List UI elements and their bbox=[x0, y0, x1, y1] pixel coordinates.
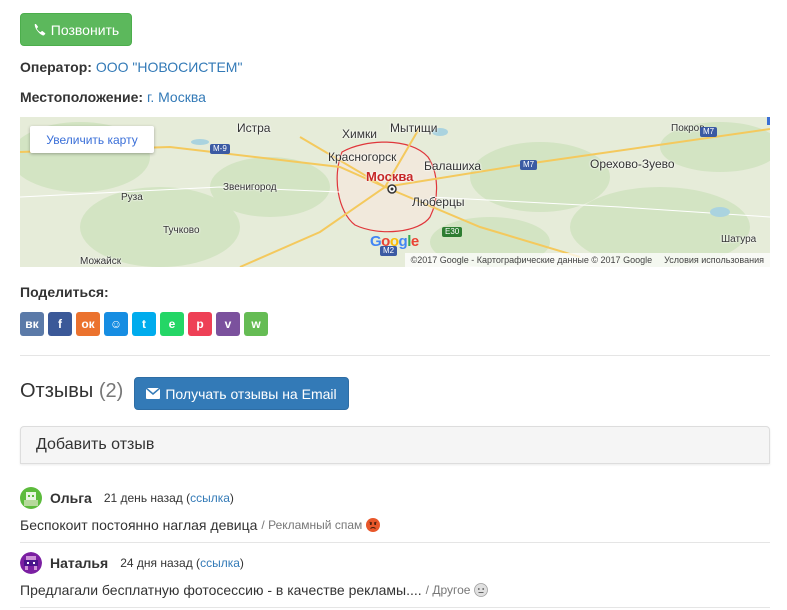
review-category: / Рекламный спам bbox=[261, 518, 363, 532]
subscribe-email-button[interactable]: Получать отзывы на Email bbox=[134, 377, 349, 410]
avatar bbox=[20, 552, 42, 574]
map-label-ruza: Руза bbox=[121, 192, 143, 203]
share-odnoklassniki-button[interactable]: ок bbox=[76, 312, 100, 336]
envelope-icon bbox=[146, 388, 161, 399]
subscribe-email-label: Получать отзывы на Email bbox=[165, 385, 337, 402]
odnoklassniki-icon: ок bbox=[81, 317, 95, 331]
divider bbox=[20, 607, 770, 608]
operator-label: Оператор: bbox=[20, 59, 92, 75]
review-time-text: 24 дня назад bbox=[120, 556, 193, 570]
share-twitter-button[interactable]: t bbox=[132, 312, 156, 336]
review-permalink[interactable]: ссылка bbox=[190, 491, 230, 505]
map-label-mozhaysk: Можайск bbox=[80, 256, 122, 267]
phone-icon bbox=[34, 23, 46, 36]
reviews-title-text: Отзывы bbox=[20, 380, 94, 402]
divider bbox=[20, 542, 770, 543]
map-label-khimki: Химки bbox=[342, 127, 377, 141]
map-attribution: ©2017 Google - Картографические данные ©… bbox=[404, 253, 770, 267]
share-buttons: вк f ок ☺ t e p v w bbox=[20, 312, 268, 336]
twitter-icon: t bbox=[142, 317, 146, 331]
share-pocket-button[interactable]: p bbox=[188, 312, 212, 336]
road-badge-e30: E30 bbox=[442, 227, 463, 237]
evernote-icon: e bbox=[168, 317, 176, 331]
share-evernote-button[interactable]: e bbox=[160, 312, 184, 336]
review-text: Беспокоит постоянно наглая девица bbox=[20, 517, 258, 533]
operator-row: Оператор: ООО "НОВОСИСТЕМ" bbox=[20, 59, 242, 75]
avatar bbox=[20, 487, 42, 509]
review-permalink[interactable]: ссылка bbox=[200, 556, 240, 570]
review-time: 21 день назад (ссылка) bbox=[103, 491, 234, 505]
road-badge-m9: M-9 bbox=[210, 144, 230, 154]
map-label-istra: Истра bbox=[237, 121, 271, 135]
facebook-icon: f bbox=[58, 317, 62, 331]
map-label-orekhovo-zuevo: Орехово-Зуево bbox=[590, 157, 675, 171]
viber-icon: v bbox=[224, 317, 232, 331]
review-author: Наталья bbox=[50, 555, 109, 571]
map-label-shatura: Шатура bbox=[721, 234, 757, 245]
road-badge-m7: M7 bbox=[520, 160, 538, 170]
map-label-krasnogorsk: Красногорск bbox=[328, 150, 397, 164]
map-label-tuchkovo: Тучково bbox=[163, 225, 200, 236]
reviews-count: (2) bbox=[98, 380, 124, 402]
review-item: Наталья 24 дня назад (ссылка) Предлагали… bbox=[20, 552, 770, 598]
call-button-label: Позвонить bbox=[50, 21, 120, 38]
neutral-face-icon bbox=[474, 583, 489, 597]
share-vk-button[interactable]: вк bbox=[20, 312, 44, 336]
share-whatsapp-button[interactable]: w bbox=[244, 312, 268, 336]
reviews-title: Отзывы (2) bbox=[20, 380, 123, 403]
map-label-balashikha: Балашиха bbox=[424, 159, 482, 173]
angry-face-icon bbox=[366, 518, 381, 532]
location-label: Местоположение: bbox=[20, 89, 144, 105]
review-time-text: 21 день назад bbox=[103, 491, 183, 505]
review-text: Предлагали бесплатную фотосессию - в кач… bbox=[20, 582, 422, 598]
map-label-moskva: Москва bbox=[366, 169, 414, 184]
google-map[interactable]: Увеличить карту Истра Химки Мытищи Покро… bbox=[20, 117, 770, 267]
map-label-mytishchi: Мытищи bbox=[390, 121, 438, 135]
review-time: 24 дня назад (ссылка) bbox=[120, 556, 244, 570]
road-badge-m7-east: M7 bbox=[700, 127, 718, 137]
share-moimir-button[interactable]: ☺ bbox=[104, 312, 128, 336]
share-title: Поделиться: bbox=[20, 284, 109, 300]
share-facebook-button[interactable]: f bbox=[48, 312, 72, 336]
review-author: Ольга bbox=[50, 490, 92, 506]
map-terms-link[interactable]: Условия использования bbox=[664, 255, 764, 265]
pocket-icon: p bbox=[196, 317, 204, 331]
enlarge-map-button[interactable]: Увеличить карту bbox=[30, 126, 154, 153]
location-row: Местоположение: г. Москва bbox=[20, 89, 206, 105]
share-viber-button[interactable]: v bbox=[216, 312, 240, 336]
map-label-lyubertsy: Люберцы bbox=[412, 195, 465, 209]
review-category: / Другое bbox=[425, 583, 471, 597]
review-item: Ольга 21 день назад (ссылка) Беспокоит п… bbox=[20, 487, 770, 533]
map-copyright: ©2017 Google - Картографические данные ©… bbox=[410, 255, 653, 265]
whatsapp-icon: w bbox=[251, 317, 261, 331]
add-review-panel[interactable]: Добавить отзыв bbox=[20, 426, 770, 464]
vk-icon: вк bbox=[25, 317, 39, 331]
map-label-zvenigorod: Звенигород bbox=[223, 182, 277, 193]
moimir-icon: ☺ bbox=[109, 317, 123, 331]
location-link[interactable]: г. Москва bbox=[147, 89, 206, 105]
google-logo: Google bbox=[370, 233, 419, 250]
operator-link[interactable]: ООО "НОВОСИСТЕМ" bbox=[96, 59, 243, 75]
divider bbox=[20, 355, 770, 356]
call-button[interactable]: Позвонить bbox=[20, 13, 132, 46]
